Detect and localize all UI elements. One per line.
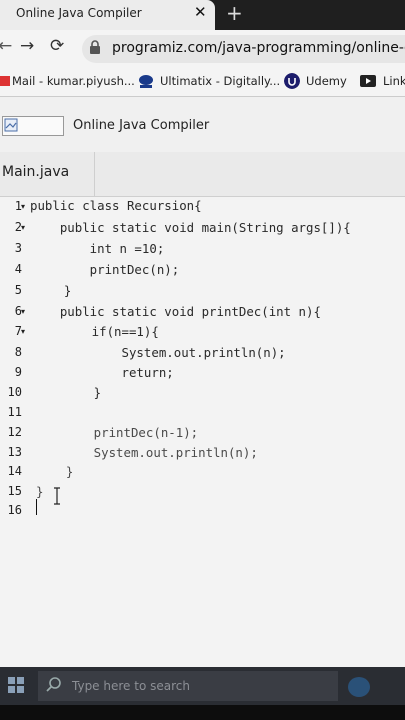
- lock-icon: [90, 40, 100, 54]
- code-line: return;: [32, 365, 174, 380]
- line-number: 9: [14, 365, 22, 379]
- back-icon[interactable]: ←: [0, 36, 12, 56]
- code-line: }: [36, 484, 44, 499]
- search-icon: [46, 677, 61, 692]
- line-number: 12: [7, 425, 22, 439]
- address-bar[interactable]: programiz.com/java-programming/online-co…: [82, 35, 405, 63]
- page-title: Online Java Compiler: [73, 118, 210, 133]
- browser-tab-bar: Online Java Compiler ✕ +: [0, 0, 405, 30]
- code-line: System.out.println(n);: [34, 445, 258, 460]
- code-line: printDec(n-1);: [34, 425, 199, 440]
- bookmark-link[interactable]: Link: [383, 74, 405, 88]
- site-header: Online Java Compiler: [0, 97, 405, 153]
- line-number: 2: [14, 220, 22, 234]
- code-line: public static void printDec(int n){: [30, 304, 321, 319]
- code-line: public class Recursion{: [30, 198, 202, 213]
- screen-bezel: [0, 705, 405, 720]
- browser-tab[interactable]: Online Java Compiler ✕: [0, 0, 215, 30]
- line-number: 13: [7, 445, 22, 459]
- browser-toolbar: ← → ⟳ programiz.com/java-programming/onl…: [0, 30, 405, 68]
- line-number: 10: [7, 385, 22, 399]
- tab-title: Online Java Compiler: [16, 6, 142, 20]
- tab-main-java[interactable]: Main.java: [0, 152, 95, 196]
- line-number: 7: [14, 324, 22, 338]
- line-number: 5: [14, 283, 22, 297]
- reload-icon[interactable]: ⟳: [50, 36, 64, 56]
- code-line: if(n==1){: [32, 324, 159, 339]
- youtube-icon: [360, 75, 376, 87]
- mail-icon: [0, 76, 10, 86]
- taskbar-search-input[interactable]: Type here to search: [38, 671, 338, 701]
- search-placeholder: Type here to search: [72, 679, 190, 693]
- fold-icon[interactable]: ▾: [21, 307, 25, 316]
- text-cursor: [36, 499, 37, 515]
- close-icon[interactable]: ✕: [194, 3, 207, 21]
- url-text: programiz.com/java-programming/online-co…: [112, 40, 405, 56]
- fold-icon[interactable]: ▾: [21, 202, 25, 211]
- bookmarks-bar: Mail - kumar.piyush... Ultimatix - Digit…: [0, 68, 405, 97]
- edge-browser-icon[interactable]: [348, 677, 370, 697]
- file-tab-label: Main.java: [2, 164, 70, 180]
- line-number: 1: [14, 199, 22, 213]
- line-number: 16: [7, 503, 22, 517]
- broken-image-icon: [4, 118, 18, 132]
- fold-icon[interactable]: ▾: [21, 327, 25, 336]
- site-logo[interactable]: [2, 116, 64, 136]
- line-number: 8: [14, 345, 22, 359]
- bookmark-ultimatix[interactable]: Ultimatix - Digitally...: [160, 74, 280, 88]
- line-number: 11: [7, 405, 22, 419]
- code-line: printDec(n);: [30, 262, 180, 277]
- code-line: }: [34, 385, 102, 400]
- file-tab-bar: Main.java: [0, 152, 405, 197]
- line-gutter: 1 2 3 4 5 6 7 8 9 10 11 12 13 14 15 16 ▾…: [0, 197, 28, 667]
- fold-icon[interactable]: ▾: [21, 223, 25, 232]
- windows-start-icon[interactable]: [8, 677, 24, 693]
- bookmark-udemy[interactable]: Udemy: [306, 74, 347, 88]
- code-line: System.out.println(n);: [32, 345, 286, 360]
- code-line: public static void main(String args[]){: [30, 220, 351, 235]
- line-number: 6: [14, 304, 22, 318]
- ibeam-cursor-icon: [54, 487, 60, 505]
- code-editor[interactable]: 1 2 3 4 5 6 7 8 9 10 11 12 13 14 15 16 ▾…: [0, 197, 405, 667]
- udemy-icon: [284, 73, 300, 89]
- line-number: 3: [14, 241, 22, 255]
- os-taskbar: Type here to search: [0, 667, 405, 705]
- line-number: 15: [7, 484, 22, 498]
- code-line: int n =10;: [30, 241, 165, 256]
- line-number: 14: [7, 464, 22, 478]
- new-tab-button[interactable]: +: [226, 1, 243, 25]
- bookmark-mail[interactable]: Mail - kumar.piyush...: [12, 74, 135, 88]
- code-line: }: [36, 464, 74, 479]
- code-line: }: [34, 283, 72, 298]
- screen: Online Java Compiler ✕ + ← → ⟳ programiz…: [0, 0, 405, 720]
- tata-logo-icon: [139, 75, 153, 88]
- line-number: 4: [14, 262, 22, 276]
- forward-icon[interactable]: →: [20, 36, 34, 56]
